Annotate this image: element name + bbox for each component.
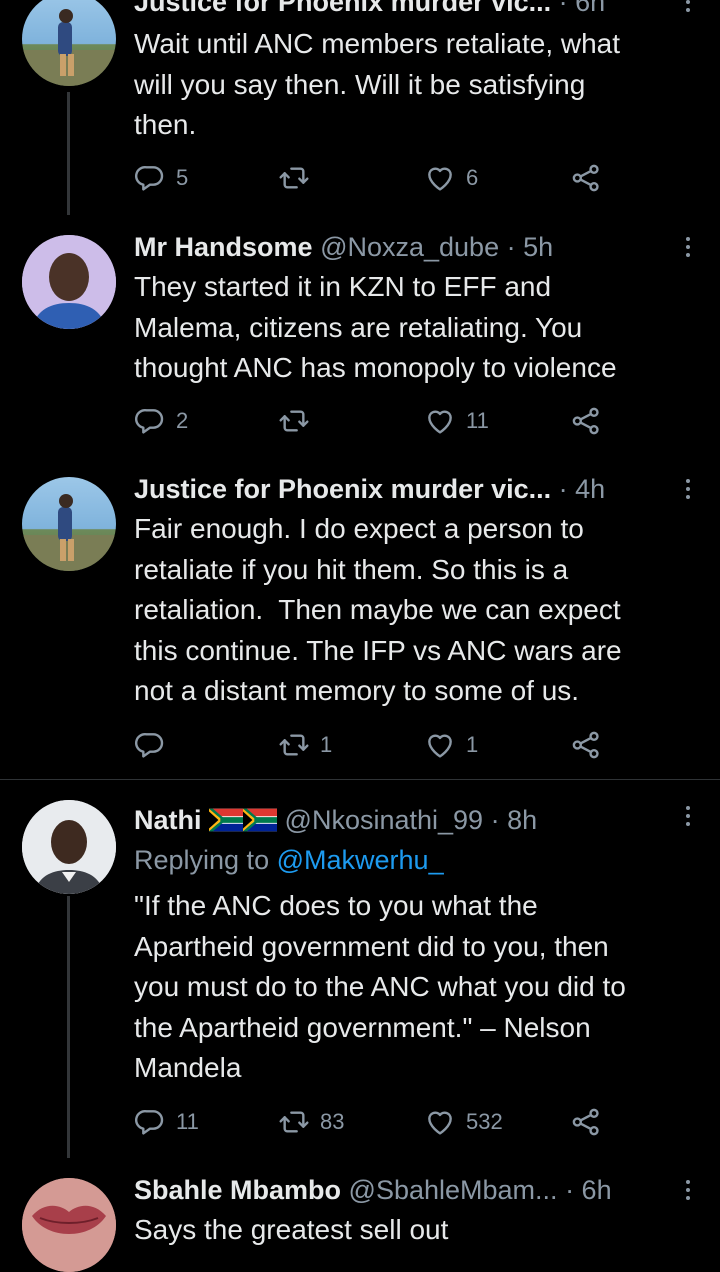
reply-button[interactable] xyxy=(134,725,176,765)
action-bar: 11 83 532 xyxy=(134,1102,614,1142)
reply-count: 11 xyxy=(176,1109,199,1134)
retweet-count: 83 xyxy=(320,1109,345,1134)
south-africa-flag-icon xyxy=(209,808,244,832)
like-button[interactable]: 11 xyxy=(424,401,489,441)
reply-icon xyxy=(134,1106,166,1138)
like-count: 11 xyxy=(466,408,489,433)
like-button[interactable]: 532 xyxy=(424,1102,503,1142)
more-icon[interactable] xyxy=(684,1170,692,1210)
action-bar: 1 1 xyxy=(134,725,614,765)
display-name[interactable]: Justice for Phoenix murder vic... xyxy=(134,474,551,504)
retweet-button[interactable] xyxy=(278,158,320,198)
retweet-icon xyxy=(278,1106,310,1138)
display-name[interactable]: Sbahle Mbambo xyxy=(134,1175,341,1205)
tweet-text: Fair enough. I do expect a person to ret… xyxy=(134,513,622,706)
action-bar: 2 11 xyxy=(134,401,614,441)
display-name[interactable]: Mr Handsome xyxy=(134,232,313,262)
timestamp[interactable]: · 4h xyxy=(559,474,606,504)
avatar[interactable] xyxy=(22,477,116,571)
tweet[interactable]: Justice for Phoenix murder vic... · 4h F… xyxy=(0,455,720,780)
more-icon[interactable] xyxy=(684,796,692,836)
like-icon xyxy=(424,1106,456,1138)
replying-to-handle[interactable]: @Makwerhu_ xyxy=(277,845,444,875)
like-button[interactable]: 1 xyxy=(424,725,478,765)
reply-icon xyxy=(134,162,166,194)
timestamp[interactable]: · 6h xyxy=(565,1175,612,1205)
reply-button[interactable]: 5 xyxy=(134,158,188,198)
south-africa-flag-icon xyxy=(243,808,278,832)
tweet-header: Justice for Phoenix murder vic... · 4h xyxy=(134,469,680,509)
share-icon xyxy=(570,729,602,761)
avatar[interactable] xyxy=(22,1178,116,1272)
reply-count: 5 xyxy=(176,165,189,190)
replying-to-label: Replying to xyxy=(134,845,270,875)
reply-button[interactable]: 11 xyxy=(134,1102,199,1142)
timestamp[interactable]: · 5h xyxy=(507,232,554,262)
display-name[interactable]: Nathi xyxy=(134,805,202,835)
thread-line xyxy=(67,92,70,215)
more-icon[interactable] xyxy=(684,0,692,22)
like-count: 532 xyxy=(466,1109,503,1134)
reply-button[interactable]: 2 xyxy=(134,401,188,441)
share-button[interactable] xyxy=(570,1102,602,1142)
thread-line xyxy=(67,896,70,1158)
reply-count: 2 xyxy=(176,408,189,433)
tweet[interactable]: Mr Handsome @Noxza_dube · 5h They starte… xyxy=(0,215,720,455)
like-icon xyxy=(424,405,456,437)
handle[interactable]: @Nkosinathi_99 xyxy=(285,805,484,835)
share-button[interactable] xyxy=(570,158,602,198)
retweet-button[interactable]: 83 xyxy=(278,1102,344,1142)
avatar[interactable] xyxy=(22,800,116,894)
display-name[interactable]: Justice for Phoenix murder vic... xyxy=(134,0,551,17)
tweet[interactable]: Sbahle Mbambo @SbahleMbam... · 6h Says t… xyxy=(0,1158,720,1272)
tweet[interactable]: Nathi @Nkosinathi_99 · 8h Replying to @M… xyxy=(0,780,720,1158)
avatar[interactable] xyxy=(22,0,116,86)
tweet-header: Justice for Phoenix murder vic... · 6h xyxy=(134,0,680,22)
share-button[interactable] xyxy=(570,725,602,765)
like-icon xyxy=(424,162,456,194)
like-button[interactable]: 6 xyxy=(424,158,478,198)
retweet-icon xyxy=(278,405,310,437)
share-button[interactable] xyxy=(570,401,602,441)
retweet-icon xyxy=(278,162,310,194)
like-count: 6 xyxy=(466,165,479,190)
timestamp[interactable]: · 6h xyxy=(559,0,606,17)
share-icon xyxy=(570,1106,602,1138)
more-icon[interactable] xyxy=(684,469,692,509)
handle[interactable]: @Noxza_dube xyxy=(320,232,499,262)
tweet-header: Sbahle Mbambo @SbahleMbam... · 6h xyxy=(134,1170,680,1210)
replying-to: Replying to @Makwerhu_ xyxy=(134,840,444,880)
tweet-text: They started it in KZN to EFF and Malema… xyxy=(134,271,617,383)
avatar[interactable] xyxy=(22,235,116,329)
retweet-count: 1 xyxy=(320,732,333,757)
action-bar: 5 6 xyxy=(134,158,614,198)
retweet-icon xyxy=(278,729,310,761)
reply-icon xyxy=(134,729,166,761)
handle[interactable]: @SbahleMbam... xyxy=(349,1175,558,1205)
share-icon xyxy=(570,162,602,194)
retweet-button[interactable]: 1 xyxy=(278,725,332,765)
reply-icon xyxy=(134,405,166,437)
tweet-header: Mr Handsome @Noxza_dube · 5h xyxy=(134,227,680,267)
share-icon xyxy=(570,405,602,437)
retweet-button[interactable] xyxy=(278,401,320,441)
tweet-text: Wait until ANC members retaliate, what w… xyxy=(134,28,621,140)
like-icon xyxy=(424,729,456,761)
tweet[interactable]: Justice for Phoenix murder vic... · 6h W… xyxy=(0,0,720,215)
tweet-text: Says the greatest sell out xyxy=(134,1214,449,1245)
tweet-text: "If the ANC does to you what the Aparthe… xyxy=(134,890,626,1083)
more-icon[interactable] xyxy=(684,227,692,267)
timestamp[interactable]: · 8h xyxy=(491,805,538,835)
like-count: 1 xyxy=(466,732,479,757)
tweet-header: Nathi @Nkosinathi_99 · 8h xyxy=(134,800,680,840)
